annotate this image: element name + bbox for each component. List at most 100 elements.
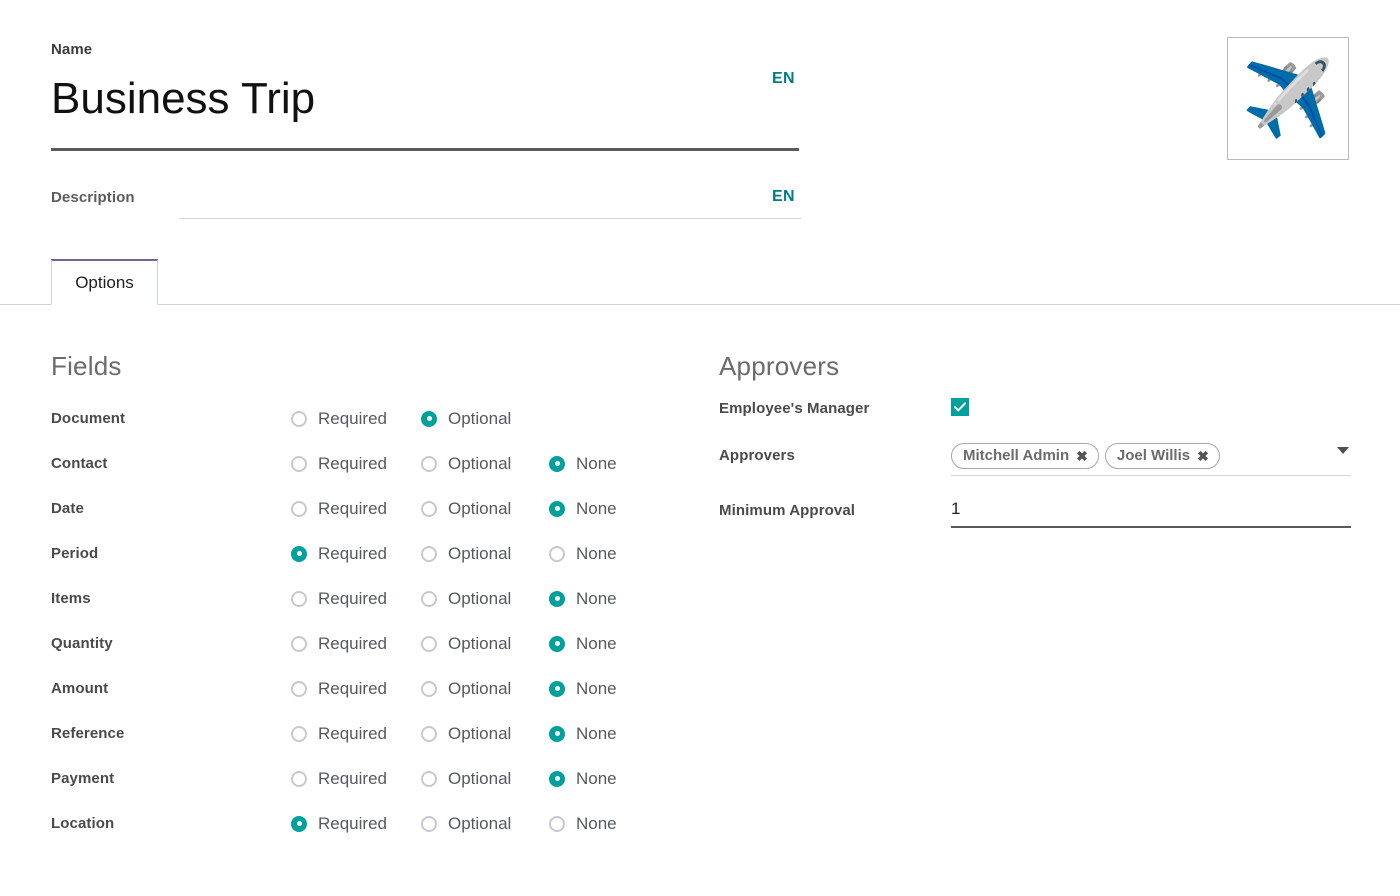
radio-option-required[interactable]: Required: [291, 584, 421, 614]
radio-option-label: None: [576, 769, 617, 789]
radio-none-icon[interactable]: [549, 816, 565, 832]
radio-required-icon[interactable]: [291, 411, 307, 427]
radio-option-optional[interactable]: Optional: [421, 539, 549, 569]
name-field[interactable]: Business Trip: [51, 70, 799, 128]
radio-option-label: Optional: [448, 589, 511, 609]
approver-tag-label: Joel Willis: [1117, 446, 1190, 465]
field-row-radio-group: Required Optional None: [291, 539, 659, 569]
radio-optional-icon[interactable]: [421, 816, 437, 832]
chevron-down-icon[interactable]: [1337, 447, 1349, 454]
radio-option-label: Required: [318, 544, 387, 564]
radio-option-none[interactable]: None: [549, 539, 659, 569]
radio-option-none[interactable]: None: [549, 584, 659, 614]
radio-option-none[interactable]: None: [549, 674, 659, 704]
radio-none-icon[interactable]: [549, 456, 565, 472]
radio-option-label: Required: [318, 724, 387, 744]
field-row-radio-group: Required OptionalNone: [291, 719, 659, 749]
radio-required-icon[interactable]: [291, 591, 307, 607]
radio-option-label: Optional: [448, 679, 511, 699]
radio-option-optional[interactable]: Optional: [421, 494, 549, 524]
approvers-row: Approvers Mitchell Admin✖Joel Willis✖: [719, 443, 1359, 488]
radio-required-icon[interactable]: [291, 636, 307, 652]
radio-option-optional[interactable]: Optional: [421, 719, 549, 749]
radio-required-icon[interactable]: [291, 681, 307, 697]
radio-none-icon[interactable]: [549, 591, 565, 607]
radio-option-required[interactable]: Required: [291, 809, 421, 839]
radio-option-required[interactable]: Required: [291, 449, 421, 479]
name-input-value[interactable]: Business Trip: [51, 70, 315, 128]
radio-option-label: Required: [318, 409, 387, 429]
minimum-approval-input[interactable]: 1: [951, 498, 1351, 528]
radio-option-none[interactable]: None: [549, 629, 659, 659]
radio-option-label: Optional: [448, 634, 511, 654]
radio-option-optional[interactable]: Optional: [421, 404, 549, 434]
remove-tag-icon[interactable]: ✖: [1197, 449, 1209, 463]
radio-none-icon[interactable]: [549, 681, 565, 697]
radio-optional-icon[interactable]: [421, 726, 437, 742]
radio-optional-icon[interactable]: [421, 771, 437, 787]
employee-manager-row: Employee's Manager: [719, 396, 1359, 441]
radio-option-label: None: [576, 544, 617, 564]
field-row-radio-group: RequiredOptionalNone: [291, 449, 659, 479]
description-translation-badge[interactable]: EN: [772, 188, 795, 206]
radio-option-none[interactable]: None: [549, 719, 659, 749]
radio-option-none[interactable]: None: [549, 809, 659, 839]
radio-option-none[interactable]: None: [549, 449, 659, 479]
radio-option-optional[interactable]: Optional: [421, 584, 549, 614]
description-input[interactable]: [179, 186, 801, 214]
radio-option-optional[interactable]: Optional: [421, 449, 549, 479]
radio-optional-icon[interactable]: [421, 546, 437, 562]
radio-option-none[interactable]: None: [549, 764, 659, 794]
radio-required-icon[interactable]: [291, 771, 307, 787]
remove-tag-icon[interactable]: ✖: [1076, 449, 1088, 463]
radio-optional-icon[interactable]: [421, 681, 437, 697]
approvers-section-title: Approvers: [719, 350, 1359, 382]
tab-options[interactable]: Options: [51, 259, 158, 305]
category-image-box[interactable]: ✈️: [1227, 37, 1349, 160]
field-row-period: PeriodRequiredOptionalNone: [51, 531, 691, 576]
radio-optional-icon[interactable]: [421, 456, 437, 472]
radio-option-optional[interactable]: Optional: [421, 764, 549, 794]
radio-option-required[interactable]: Required: [291, 494, 421, 524]
field-row-label: Location: [51, 815, 291, 832]
radio-none-icon[interactable]: [549, 501, 565, 517]
radio-none-icon[interactable]: [549, 771, 565, 787]
radio-required-icon[interactable]: [291, 816, 307, 832]
radio-option-optional[interactable]: Optional: [421, 809, 549, 839]
radio-required-icon[interactable]: [291, 726, 307, 742]
radio-option-optional[interactable]: Optional: [421, 629, 549, 659]
radio-optional-icon[interactable]: [421, 411, 437, 427]
radio-optional-icon[interactable]: [421, 501, 437, 517]
radio-none-icon[interactable]: [549, 546, 565, 562]
radio-option-required[interactable]: Required: [291, 719, 421, 749]
radio-option-required[interactable]: Required: [291, 674, 421, 704]
field-row-radio-group: Required Optional None: [291, 629, 659, 659]
name-translation-badge[interactable]: EN: [772, 70, 795, 88]
radio-option-label: Optional: [448, 499, 511, 519]
radio-optional-icon[interactable]: [421, 636, 437, 652]
radio-option-optional[interactable]: Optional: [421, 674, 549, 704]
field-row-amount: AmountRequiredOptionalNone: [51, 666, 691, 711]
radio-option-required[interactable]: Required: [291, 629, 421, 659]
radio-option-required[interactable]: Required: [291, 404, 421, 434]
airplane-icon: ✈️: [1242, 62, 1334, 136]
approvers-tags-input[interactable]: Mitchell Admin✖ Joel Willis ✖: [951, 443, 1351, 476]
field-row-items: ItemsRequiredOptionalNone: [51, 576, 691, 621]
radio-required-icon[interactable]: [291, 501, 307, 517]
radio-required-icon[interactable]: [291, 546, 307, 562]
radio-option-none[interactable]: None: [549, 494, 659, 524]
radio-none-icon[interactable]: [549, 726, 565, 742]
radio-option-label: Optional: [448, 409, 511, 429]
form-content: Fields DocumentRequiredOptionalContactRe…: [0, 305, 1400, 896]
radio-option-required[interactable]: Required: [291, 764, 421, 794]
employee-manager-checkbox[interactable]: [951, 398, 969, 416]
approver-tag[interactable]: Joel Willis ✖: [1105, 443, 1220, 469]
minimum-approval-row: Minimum Approval 1: [719, 498, 1359, 543]
approver-tag[interactable]: Mitchell Admin✖: [951, 443, 1099, 469]
radio-required-icon[interactable]: [291, 456, 307, 472]
radio-option-required[interactable]: Required: [291, 539, 421, 569]
radio-option-label: Optional: [448, 769, 511, 789]
employee-manager-label: Employee's Manager: [719, 396, 951, 417]
radio-optional-icon[interactable]: [421, 591, 437, 607]
radio-none-icon[interactable]: [549, 636, 565, 652]
